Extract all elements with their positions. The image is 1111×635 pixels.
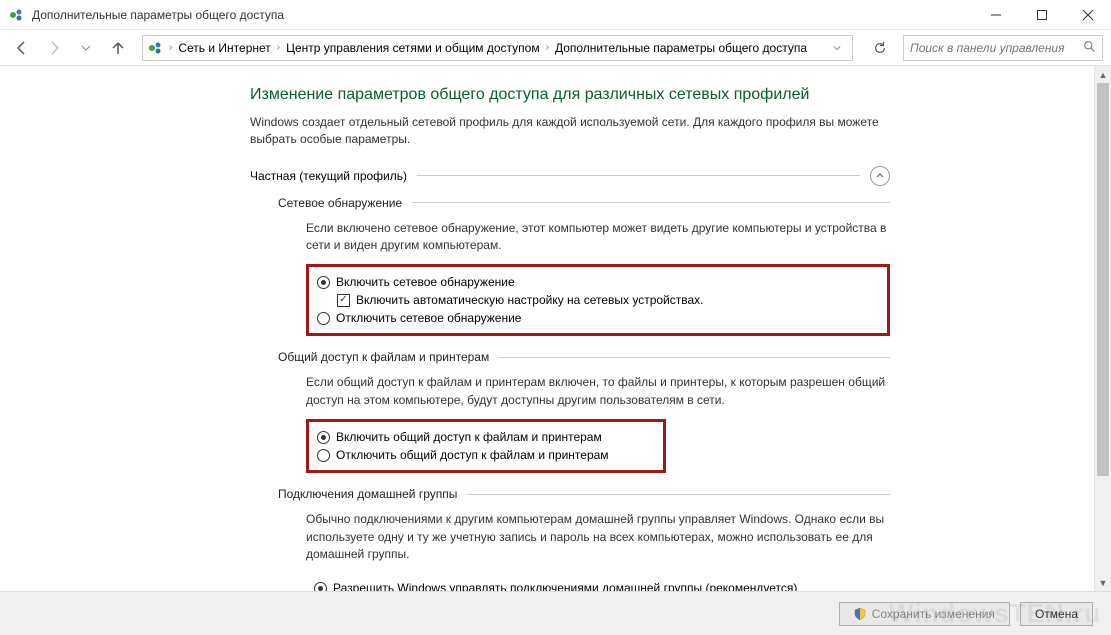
section-homegroup: Подключения домашней группы Обычно подкл… — [278, 487, 890, 591]
titlebar: Дополнительные параметры общего доступа — [0, 0, 1111, 30]
section-title: Подключения домашней группы — [278, 487, 457, 501]
cancel-button[interactable]: Отмена — [1020, 602, 1093, 626]
breadcrumb-item[interactable]: Сеть и Интернет — [174, 36, 274, 60]
radio-icon — [317, 431, 330, 444]
shield-icon — [854, 608, 866, 620]
radio-icon — [314, 582, 327, 591]
radio-icon — [317, 312, 330, 325]
section-description: Если включено сетевое обнаружение, этот … — [306, 220, 890, 255]
collapse-icon[interactable] — [870, 166, 890, 186]
chevron-right-icon: › — [167, 42, 174, 53]
chevron-right-icon: › — [275, 42, 282, 53]
back-button[interactable] — [8, 34, 36, 62]
window-title: Дополнительные параметры общего доступа — [32, 8, 973, 22]
radio-enable-discovery[interactable]: Включить сетевое обнаружение — [317, 273, 879, 291]
refresh-button[interactable] — [867, 35, 893, 61]
page-title: Изменение параметров общего доступа для … — [250, 86, 890, 104]
option-label: Отключить общий доступ к файлам и принте… — [336, 448, 609, 462]
radio-disable-sharing[interactable]: Отключить общий доступ к файлам и принте… — [317, 446, 655, 464]
recent-dropdown[interactable] — [72, 34, 100, 62]
maximize-button[interactable] — [1019, 0, 1065, 30]
checkbox-icon — [337, 294, 350, 307]
search-icon — [1083, 40, 1096, 56]
chevron-right-icon: › — [544, 42, 551, 53]
bottom-bar: Сохранить изменения Отмена — [0, 591, 1111, 635]
section-description: Обычно подключениями к другим компьютера… — [306, 511, 890, 563]
radio-icon — [317, 449, 330, 462]
breadcrumb[interactable]: › Сеть и Интернет › Центр управления сет… — [142, 35, 853, 61]
up-button[interactable] — [104, 34, 132, 62]
section-title: Сетевое обнаружение — [278, 196, 402, 210]
cancel-label: Отмена — [1035, 607, 1078, 621]
file-sharing-options: Включить общий доступ к файлам и принтер… — [306, 419, 666, 473]
window-controls — [973, 0, 1111, 30]
breadcrumb-dropdown[interactable] — [826, 36, 848, 60]
breadcrumb-item[interactable]: Центр управления сетями и общим доступом — [282, 36, 544, 60]
forward-button[interactable] — [40, 34, 68, 62]
save-label: Сохранить изменения — [872, 607, 995, 621]
search-box[interactable] — [903, 35, 1103, 61]
option-label: Включить сетевое обнаружение — [336, 275, 515, 289]
option-label: Отключить сетевое обнаружение — [336, 311, 521, 325]
homegroup-options: Разрешить Windows управлять подключениям… — [306, 573, 890, 591]
profile-header[interactable]: Частная (текущий профиль) — [250, 166, 890, 186]
radio-disable-discovery[interactable]: Отключить сетевое обнаружение — [317, 309, 879, 327]
search-input[interactable] — [910, 41, 1083, 55]
radio-enable-sharing[interactable]: Включить общий доступ к файлам и принтер… — [317, 428, 655, 446]
minimize-button[interactable] — [973, 0, 1019, 30]
profile-label: Частная (текущий профиль) — [250, 169, 407, 183]
option-label: Разрешить Windows управлять подключениям… — [333, 581, 797, 591]
page-description: Windows создает отдельный сетевой профил… — [250, 114, 890, 148]
location-icon — [147, 40, 163, 56]
section-network-discovery: Сетевое обнаружение Если включено сетево… — [278, 196, 890, 337]
radio-icon — [317, 276, 330, 289]
section-title: Общий доступ к файлам и принтерам — [278, 350, 489, 364]
navbar: › Сеть и Интернет › Центр управления сет… — [0, 30, 1111, 66]
section-description: Если общий доступ к файлам и принтерам в… — [306, 374, 890, 409]
content-area: Изменение параметров общего доступа для … — [0, 66, 1111, 591]
app-icon — [8, 7, 24, 23]
network-discovery-options: Включить сетевое обнаружение Включить ав… — [306, 264, 890, 336]
radio-allow-windows[interactable]: Разрешить Windows управлять подключениям… — [314, 579, 882, 591]
option-label: Включить общий доступ к файлам и принтер… — [336, 430, 602, 444]
section-file-sharing: Общий доступ к файлам и принтерам Если о… — [278, 350, 890, 473]
save-button[interactable]: Сохранить изменения — [839, 602, 1010, 626]
checkbox-auto-setup[interactable]: Включить автоматическую настройку на сет… — [337, 291, 879, 309]
option-label: Включить автоматическую настройку на сет… — [356, 293, 704, 307]
breadcrumb-item[interactable]: Дополнительные параметры общего доступа — [551, 36, 811, 60]
close-button[interactable] — [1065, 0, 1111, 30]
